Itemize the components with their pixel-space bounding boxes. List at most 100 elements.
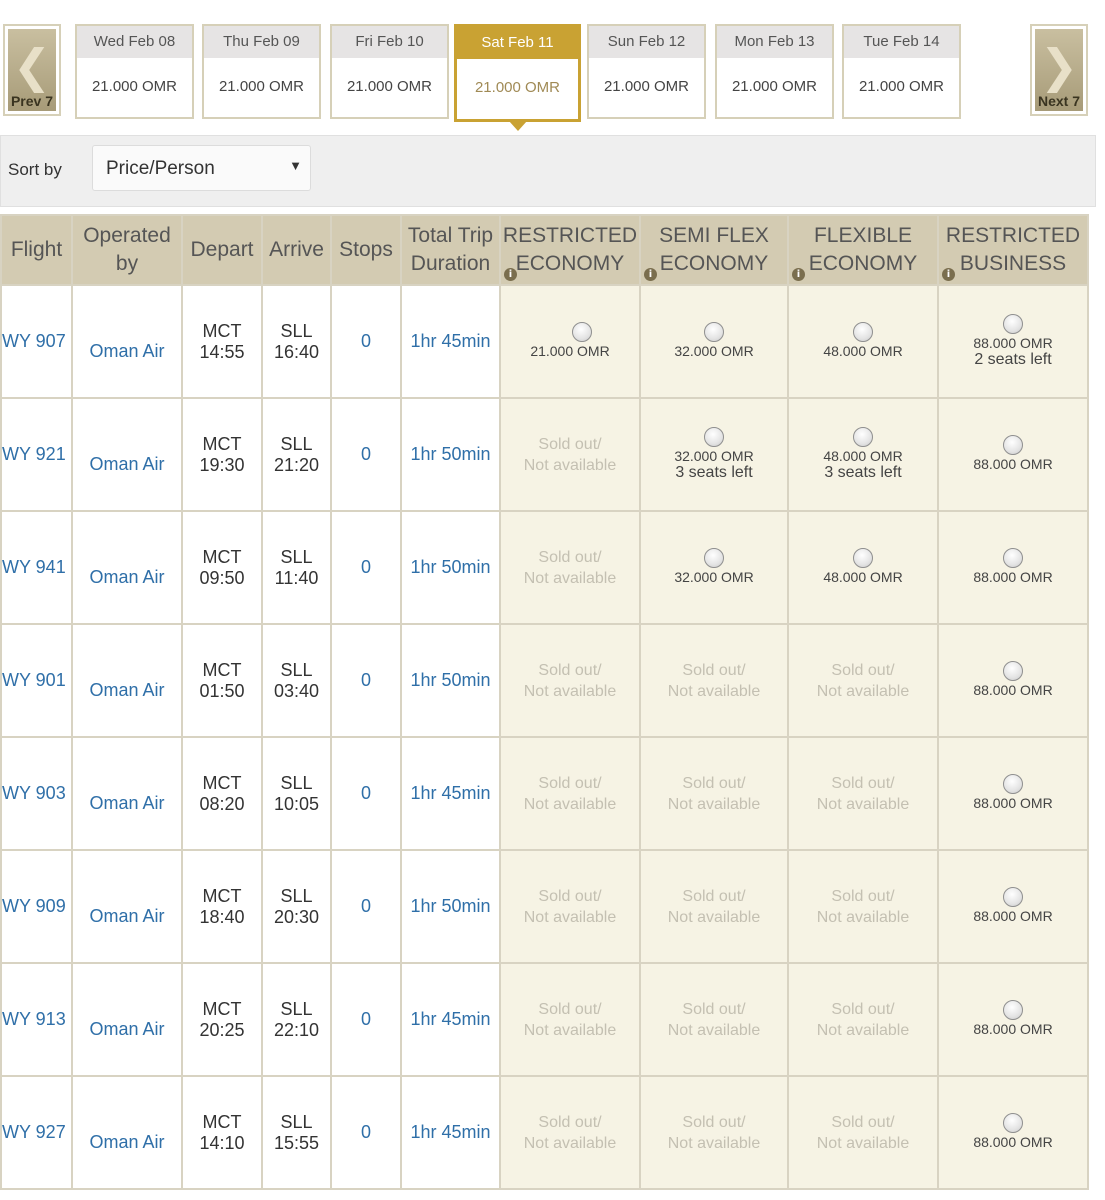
table-row: WY 901 Oman Air MCT 01:50 SLL 03:40 0 1hr 50min… bbox=[0, 623, 1089, 738]
sold-out-text: Sold out/ bbox=[538, 548, 602, 566]
fare-radio[interactable] bbox=[1003, 887, 1023, 907]
stops-link[interactable]: 0 bbox=[330, 284, 402, 399]
day-tab[interactable]: Sun Feb 12 21.000 OMR bbox=[587, 24, 706, 119]
day-tab[interactable]: Fri Feb 10 21.000 OMR bbox=[330, 24, 449, 119]
table-row: WY 903 Oman Air MCT 08:20 SLL 10:05 0 1hr 45min… bbox=[0, 736, 1089, 851]
sold-out-text: Sold out/ bbox=[682, 887, 746, 905]
operator-link[interactable]: Oman Air bbox=[89, 341, 164, 361]
depart-code: MCT bbox=[202, 546, 242, 567]
day-tab[interactable]: Mon Feb 13 21.000 OMR bbox=[715, 24, 834, 119]
fare-radio[interactable] bbox=[704, 322, 724, 342]
operator-link[interactable]: Oman Air bbox=[89, 454, 164, 474]
day-tab[interactable]: Tue Feb 14 21.000 OMR bbox=[842, 24, 961, 119]
prev-week-button[interactable]: ❮ Prev 7 bbox=[3, 24, 61, 116]
day-tab[interactable]: Thu Feb 09 21.000 OMR bbox=[202, 24, 321, 119]
fare-price: 21.000 OMR bbox=[530, 343, 610, 359]
depart-code: MCT bbox=[202, 659, 242, 680]
stops-link[interactable]: 0 bbox=[330, 962, 402, 1077]
fare-radio[interactable] bbox=[853, 427, 873, 447]
day-tab-price: 21.000 OMR bbox=[731, 78, 818, 95]
stops-link[interactable]: 0 bbox=[330, 510, 402, 625]
flight-number[interactable]: WY 941 bbox=[0, 510, 73, 625]
next-week-button[interactable]: ❯ Next 7 bbox=[1030, 24, 1088, 116]
not-available-text: Not available bbox=[523, 908, 617, 926]
operator-link[interactable]: Oman Air bbox=[89, 793, 164, 813]
flight-number[interactable]: WY 901 bbox=[0, 623, 73, 738]
next-week-label: Next 7 bbox=[1037, 93, 1081, 109]
stops-link[interactable]: 0 bbox=[330, 623, 402, 738]
arrive-cell: SLL 21:20 bbox=[261, 397, 332, 512]
stops-link[interactable]: 0 bbox=[330, 736, 402, 851]
info-icon[interactable]: i bbox=[942, 268, 955, 281]
fare-sold-out: Sold out/Not available bbox=[499, 962, 641, 1077]
flight-number[interactable]: WY 921 bbox=[0, 397, 73, 512]
fare-radio[interactable] bbox=[572, 322, 592, 342]
duration-link[interactable]: 1hr 45min bbox=[400, 1075, 501, 1190]
duration-link[interactable]: 1hr 45min bbox=[400, 284, 501, 399]
sold-out-text: Sold out/ bbox=[682, 1000, 746, 1018]
fare-radio[interactable] bbox=[1003, 774, 1023, 794]
info-icon[interactable]: i bbox=[792, 268, 805, 281]
flight-number[interactable]: WY 907 bbox=[0, 284, 73, 399]
depart-time: 08:20 bbox=[199, 793, 245, 814]
duration-link[interactable]: 1hr 45min bbox=[400, 962, 501, 1077]
depart-code: MCT bbox=[202, 998, 242, 1019]
prev-week-label: Prev 7 bbox=[10, 93, 54, 109]
fare-price: 48.000 OMR bbox=[823, 343, 903, 359]
fare-price: 48.000 OMR bbox=[823, 569, 903, 585]
depart-time: 20:25 bbox=[199, 1019, 245, 1040]
fare-sold-out: Sold out/Not available bbox=[787, 962, 939, 1077]
fare-radio[interactable] bbox=[704, 548, 724, 568]
operator-link[interactable]: Oman Air bbox=[89, 906, 164, 926]
stops-link[interactable]: 0 bbox=[330, 849, 402, 964]
fare-radio[interactable] bbox=[1003, 1000, 1023, 1020]
fare-radio[interactable] bbox=[853, 322, 873, 342]
arrive-cell: SLL 22:10 bbox=[261, 962, 332, 1077]
arrive-code: SLL bbox=[280, 772, 313, 793]
day-tab[interactable]: Sat Feb 11 21.000 OMR bbox=[454, 24, 581, 131]
stops-link[interactable]: 0 bbox=[330, 397, 402, 512]
fare-sold-out: Sold out/Not available bbox=[499, 1075, 641, 1190]
fare-radio[interactable] bbox=[704, 427, 724, 447]
depart-cell: MCT 18:40 bbox=[181, 849, 263, 964]
fare-radio[interactable] bbox=[1003, 1113, 1023, 1133]
sort-select[interactable]: Price/Person ▼ bbox=[92, 145, 311, 191]
duration-link[interactable]: 1hr 50min bbox=[400, 510, 501, 625]
fare-sold-out: Sold out/Not available bbox=[639, 849, 789, 964]
operator-link[interactable]: Oman Air bbox=[89, 680, 164, 700]
operator-link[interactable]: Oman Air bbox=[89, 567, 164, 587]
duration-link[interactable]: 1hr 50min bbox=[400, 623, 501, 738]
fare-radio[interactable] bbox=[853, 548, 873, 568]
operator-link[interactable]: Oman Air bbox=[89, 1132, 164, 1152]
not-available-text: Not available bbox=[816, 1021, 910, 1039]
day-tab[interactable]: Wed Feb 08 21.000 OMR bbox=[75, 24, 194, 119]
fare-radio[interactable] bbox=[1003, 435, 1023, 455]
flight-number[interactable]: WY 903 bbox=[0, 736, 73, 851]
stops-link[interactable]: 0 bbox=[330, 1075, 402, 1190]
operator-cell: Oman Air bbox=[71, 623, 183, 738]
depart-time: 09:50 bbox=[199, 567, 245, 588]
duration-link[interactable]: 1hr 50min bbox=[400, 849, 501, 964]
fare-option: 88.000 OMR bbox=[937, 510, 1089, 625]
day-tab-date: Mon Feb 13 bbox=[717, 26, 832, 58]
flight-number[interactable]: WY 913 bbox=[0, 962, 73, 1077]
duration-link[interactable]: 1hr 45min bbox=[400, 736, 501, 851]
info-icon[interactable]: i bbox=[644, 268, 657, 281]
depart-code: MCT bbox=[202, 1111, 242, 1132]
depart-time: 18:40 bbox=[199, 906, 245, 927]
depart-code: MCT bbox=[202, 885, 242, 906]
not-available-text: Not available bbox=[667, 682, 761, 700]
flight-number[interactable]: WY 927 bbox=[0, 1075, 73, 1190]
fare-radio[interactable] bbox=[1003, 314, 1023, 334]
fare-radio[interactable] bbox=[1003, 548, 1023, 568]
duration-link[interactable]: 1hr 50min bbox=[400, 397, 501, 512]
operator-link[interactable]: Oman Air bbox=[89, 1019, 164, 1039]
fare-radio[interactable] bbox=[1003, 661, 1023, 681]
table-row: WY 907 Oman Air MCT 14:55 SLL 16:40 0 1hr 45min… bbox=[0, 284, 1089, 399]
fare-price: 48.000 OMR bbox=[823, 448, 903, 464]
info-icon[interactable]: i bbox=[504, 268, 517, 281]
flight-number[interactable]: WY 909 bbox=[0, 849, 73, 964]
table-row: WY 941 Oman Air MCT 09:50 SLL 11:40 0 1hr 50min… bbox=[0, 510, 1089, 625]
header-operated-by: Operated by bbox=[71, 214, 183, 286]
arrive-cell: SLL 16:40 bbox=[261, 284, 332, 399]
